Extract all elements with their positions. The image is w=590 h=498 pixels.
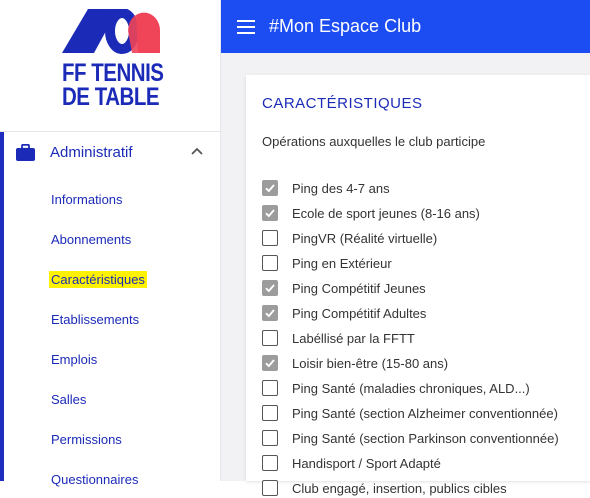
logo-text-line2: DE TABLE: [62, 83, 160, 111]
checkbox-unchecked-icon[interactable]: [262, 480, 278, 496]
checkbox-unchecked-icon[interactable]: [262, 255, 278, 271]
checkbox-unchecked-icon[interactable]: [262, 330, 278, 346]
card-title: CARACTÉRISTIQUES: [262, 95, 423, 112]
sidebar-divider: [0, 131, 220, 132]
option-label: Ping en Extérieur: [292, 256, 392, 271]
option-label: Ecole de sport jeunes (8-16 ans): [292, 206, 480, 221]
sidebar-item-abonnements[interactable]: Abonnements: [51, 232, 131, 247]
option-label: Club engagé, insertion, publics cibles: [292, 481, 507, 496]
chevron-up-icon[interactable]: [190, 146, 204, 156]
option-label: Ping Santé (maladies chroniques, ALD...): [292, 381, 530, 396]
caracteristiques-card: CARACTÉRISTIQUES Opérations auxquelles l…: [246, 75, 590, 496]
checkbox-unchecked-icon[interactable]: [262, 230, 278, 246]
option-label: PingVR (Réalité virtuelle): [292, 231, 438, 246]
fftt-logo[interactable]: FF TENNIS DE TABLE: [62, 9, 164, 111]
option-label: Ping Compétitif Jeunes: [292, 281, 426, 296]
option-checkbox-row[interactable]: Club engagé, insertion, publics cibles: [262, 480, 582, 498]
sidebar: FF TENNIS DE TABLE Administratif Informa…: [0, 0, 221, 487]
page-title: #Mon Espace Club: [269, 16, 422, 36]
checkbox-unchecked-icon[interactable]: [262, 405, 278, 421]
option-label: Ping Santé (section Alzheimer convention…: [292, 406, 558, 421]
sidebar-item-caracteristiques[interactable]: Caractéristiques: [49, 271, 147, 288]
checkbox-checked-icon[interactable]: [262, 355, 278, 371]
option-label: Ping des 4-7 ans: [292, 181, 390, 196]
checkbox-unchecked-icon[interactable]: [262, 430, 278, 446]
option-label: Loisir bien-être (15-80 ans): [292, 356, 449, 371]
option-checkbox-row[interactable]: Ping des 4-7 ans: [262, 180, 582, 198]
card-subtitle: Opérations auxquelles le club participe: [262, 134, 486, 149]
checkbox-unchecked-icon[interactable]: [262, 380, 278, 396]
option-checkbox-row[interactable]: Ping en Extérieur: [262, 255, 582, 273]
sidebar-item-informations[interactable]: Informations: [51, 192, 123, 207]
main-content: CARACTÉRISTIQUES Opérations auxquelles l…: [221, 53, 590, 496]
sidebar-item-emplois[interactable]: Emplois: [51, 352, 97, 367]
option-label: Labéllisé par la FFTT: [292, 331, 415, 346]
checkbox-checked-icon[interactable]: [262, 280, 278, 296]
checkbox-checked-icon[interactable]: [262, 305, 278, 321]
option-label: Handisport / Sport Adapté: [292, 456, 441, 471]
logo-mark-icon: [62, 9, 160, 54]
option-checkbox-row[interactable]: Ping Compétitif Jeunes: [262, 280, 582, 298]
sidebar-item-permissions[interactable]: Permissions: [51, 432, 122, 447]
option-checkbox-row[interactable]: Ping Santé (section Alzheimer convention…: [262, 405, 582, 423]
sidebar-item-salles[interactable]: Salles: [51, 392, 86, 407]
option-checkbox-row[interactable]: Ping Santé (maladies chroniques, ALD...): [262, 380, 582, 398]
checkbox-checked-icon[interactable]: [262, 205, 278, 221]
sidebar-item-questionnaires[interactable]: Questionnaires: [51, 472, 138, 487]
option-checkbox-row[interactable]: PingVR (Réalité virtuelle): [262, 230, 582, 248]
option-label: Ping Santé (section Parkinson convention…: [292, 431, 559, 446]
checkbox-unchecked-icon[interactable]: [262, 455, 278, 471]
sidebar-section-administratif[interactable]: Administratif: [4, 133, 220, 173]
option-checkbox-row[interactable]: Ecole de sport jeunes (8-16 ans): [262, 205, 582, 223]
sidebar-section-label: Administratif: [50, 144, 133, 161]
option-checkbox-row[interactable]: Ping Compétitif Adultes: [262, 305, 582, 323]
option-checkbox-row[interactable]: Labéllisé par la FFTT: [262, 330, 582, 348]
option-label: Ping Compétitif Adultes: [292, 306, 427, 321]
option-checkbox-row[interactable]: Loisir bien-être (15-80 ans): [262, 355, 582, 373]
checkbox-checked-icon[interactable]: [262, 180, 278, 196]
sidebar-item-etablissements[interactable]: Etablissements: [51, 312, 139, 327]
option-checkbox-row[interactable]: Ping Santé (section Parkinson convention…: [262, 430, 582, 448]
briefcase-icon: [16, 144, 35, 161]
hamburger-icon[interactable]: [237, 20, 255, 34]
option-checkbox-row[interactable]: Handisport / Sport Adapté: [262, 455, 582, 473]
sidebar-active-accent: [0, 132, 4, 481]
top-app-bar: #Mon Espace Club: [221, 0, 590, 53]
